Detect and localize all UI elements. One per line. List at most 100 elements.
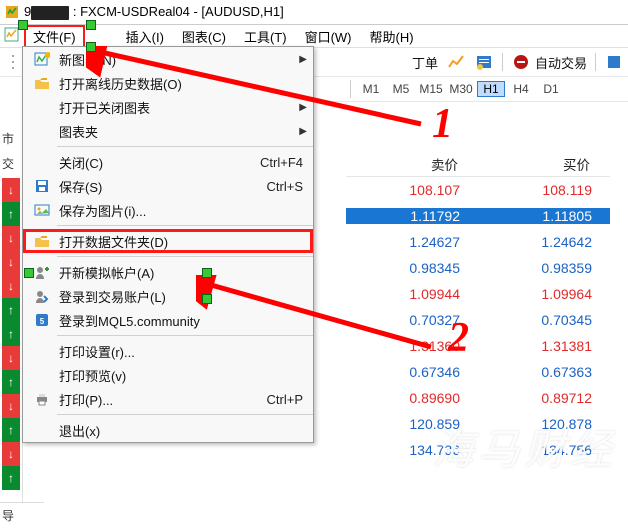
menu-chart[interactable]: 图表(C) [174, 25, 234, 48]
toolbar-chart-icon[interactable] [446, 52, 466, 72]
direction-arrow: ↓ [2, 226, 20, 250]
printer-icon [31, 391, 53, 407]
bid-price: 0.70345 [478, 312, 610, 328]
ask-price: 0.89690 [346, 390, 478, 406]
price-row[interactable]: 1.31360 1.31381 [346, 333, 610, 359]
menu-file[interactable]: 文件(F) [24, 25, 85, 48]
bid-price: 1.24642 [478, 234, 610, 250]
bid-price: 0.89712 [478, 390, 610, 406]
bid-price: 108.119 [478, 182, 610, 198]
menu-open-closed-chart[interactable]: 打开已关闭图表 ▶ [23, 95, 313, 119]
direction-arrow: ↑ [2, 418, 20, 442]
autotrade-label: 自动交易 [535, 53, 587, 72]
menu-open-offline-history[interactable]: 打开离线历史数据(O) [23, 71, 313, 95]
column-ask: 卖价 [346, 154, 478, 174]
timeframe-h4[interactable]: H4 [507, 82, 535, 96]
folder-open-icon [31, 233, 53, 249]
price-header-row: 卖价 买价 [346, 152, 610, 177]
image-icon [31, 202, 53, 218]
bid-price: 134.756 [478, 442, 610, 458]
direction-arrow: ↑ [2, 370, 20, 394]
timeframe-m15[interactable]: M15 [417, 82, 445, 96]
app-icon [4, 4, 20, 20]
order-label: 丁单 [412, 53, 438, 72]
menu-tool[interactable]: 工具(T) [236, 25, 295, 48]
menu-window[interactable]: 窗口(W) [297, 25, 360, 48]
ask-price: 1.11792 [346, 208, 478, 224]
save-icon [31, 178, 53, 194]
timeframe-h1[interactable]: H1 [477, 81, 505, 97]
timeframe-m5[interactable]: M5 [387, 82, 415, 96]
direction-arrow: ↓ [2, 346, 20, 370]
price-row[interactable]: 0.67346 0.67363 [346, 359, 610, 385]
price-row[interactable]: 0.70327 0.70345 [346, 307, 610, 333]
price-row[interactable]: 1.11792 1.11805 [346, 203, 610, 229]
menu-print-preview[interactable]: 打印预览(v) [23, 363, 313, 387]
menu-new-demo-account[interactable]: 开新模拟帐户(A) [23, 260, 313, 284]
ask-price: 1.31360 [346, 338, 478, 354]
price-row[interactable]: 108.107 108.119 [346, 177, 610, 203]
window-titlebar: 9 : FXCM-USDReal04 - [AUDUSD,H1] [0, 0, 628, 25]
submenu-arrow-icon: ▶ [299, 54, 307, 65]
file-menu-dropdown: 新图表(N) ▶ 打开离线历史数据(O) 打开已关闭图表 ▶ 图表夹 ▶ 关闭(… [22, 46, 314, 443]
timeframe-d1[interactable]: D1 [537, 82, 565, 96]
submenu-arrow-icon: ▶ [299, 102, 307, 113]
login-icon [31, 288, 53, 304]
menu-login-mql5[interactable]: 5 登录到MQL5.community [23, 308, 313, 332]
mql5-icon: 5 [31, 312, 53, 328]
market-watch-tab[interactable]: 市 [0, 130, 14, 147]
bid-price: 120.878 [478, 416, 610, 432]
direction-arrow: ↓ [2, 274, 20, 298]
svg-text:5: 5 [40, 317, 45, 326]
price-row[interactable]: 0.98345 0.98359 [346, 255, 610, 281]
direction-arrow: ↑ [2, 466, 20, 490]
direction-arrow: ↓ [2, 394, 20, 418]
menu-print-setup[interactable]: 打印设置(r)... [23, 339, 313, 363]
price-row[interactable]: 0.89690 0.89712 [346, 385, 610, 411]
price-row[interactable]: 134.736 134.756 [346, 437, 610, 463]
folder-open-icon [31, 75, 53, 91]
submenu-arrow-icon: ▶ [299, 126, 307, 137]
bid-price: 1.31381 [478, 338, 610, 354]
autotrade-toggle[interactable]: 自动交易 [511, 52, 587, 72]
price-row[interactable]: 1.09944 1.09964 [346, 281, 610, 307]
menu-open-data-folder[interactable]: 打开数据文件夹(D) [23, 229, 313, 253]
menu-login-trade-account[interactable]: 登录到交易账户(L) [23, 284, 313, 308]
navigator-tab[interactable]: 导 [0, 502, 44, 528]
menu-print[interactable]: 打印(P)... Ctrl+P [23, 387, 313, 411]
timeframe-m30[interactable]: M30 [447, 82, 475, 96]
direction-arrow: ↑ [2, 202, 20, 226]
menu-save-as-image[interactable]: 保存为图片(i)... [23, 198, 313, 222]
menu-chart-folder[interactable]: 图表夹 ▶ [23, 119, 313, 143]
menu-close[interactable]: 关闭(C) Ctrl+F4 [23, 150, 313, 174]
symbol-tab[interactable]: 交 [0, 155, 14, 172]
ask-price: 1.09944 [346, 286, 478, 302]
direction-arrow: ↑ [2, 298, 20, 322]
user-add-icon [31, 264, 53, 280]
menu-save[interactable]: 保存(S) Ctrl+S [23, 174, 313, 198]
toolbar-grip-icon [4, 52, 24, 72]
menu-exit[interactable]: 退出(x) [23, 418, 313, 442]
direction-arrow: ↑ [2, 322, 20, 346]
price-row[interactable]: 120.859 120.878 [346, 411, 610, 437]
ask-price: 108.107 [346, 182, 478, 198]
title-redacted-segment [31, 6, 69, 20]
ask-price: 1.24627 [346, 234, 478, 250]
direction-arrow: ↓ [2, 442, 20, 466]
control-icon[interactable] [4, 27, 20, 46]
direction-arrow: ↓ [2, 250, 20, 274]
bid-price: 1.09964 [478, 286, 610, 302]
toolbar-metaeditor-icon[interactable] [474, 52, 494, 72]
annotation-number-1: 1 [432, 100, 453, 148]
ask-price: 0.67346 [346, 364, 478, 380]
price-row[interactable]: 1.24627 1.24642 [346, 229, 610, 255]
menu-insert[interactable]: 插入(I) [118, 25, 172, 48]
bid-price: 0.98359 [478, 260, 610, 276]
bid-price: 1.11805 [478, 208, 610, 224]
toolbar-extra-icon[interactable] [604, 52, 624, 72]
direction-arrow: ↓ [2, 178, 20, 202]
menu-new-chart[interactable]: 新图表(N) ▶ [23, 47, 313, 71]
menu-help[interactable]: 帮助(H) [362, 25, 422, 48]
ask-price: 0.70327 [346, 312, 478, 328]
timeframe-m1[interactable]: M1 [357, 82, 385, 96]
